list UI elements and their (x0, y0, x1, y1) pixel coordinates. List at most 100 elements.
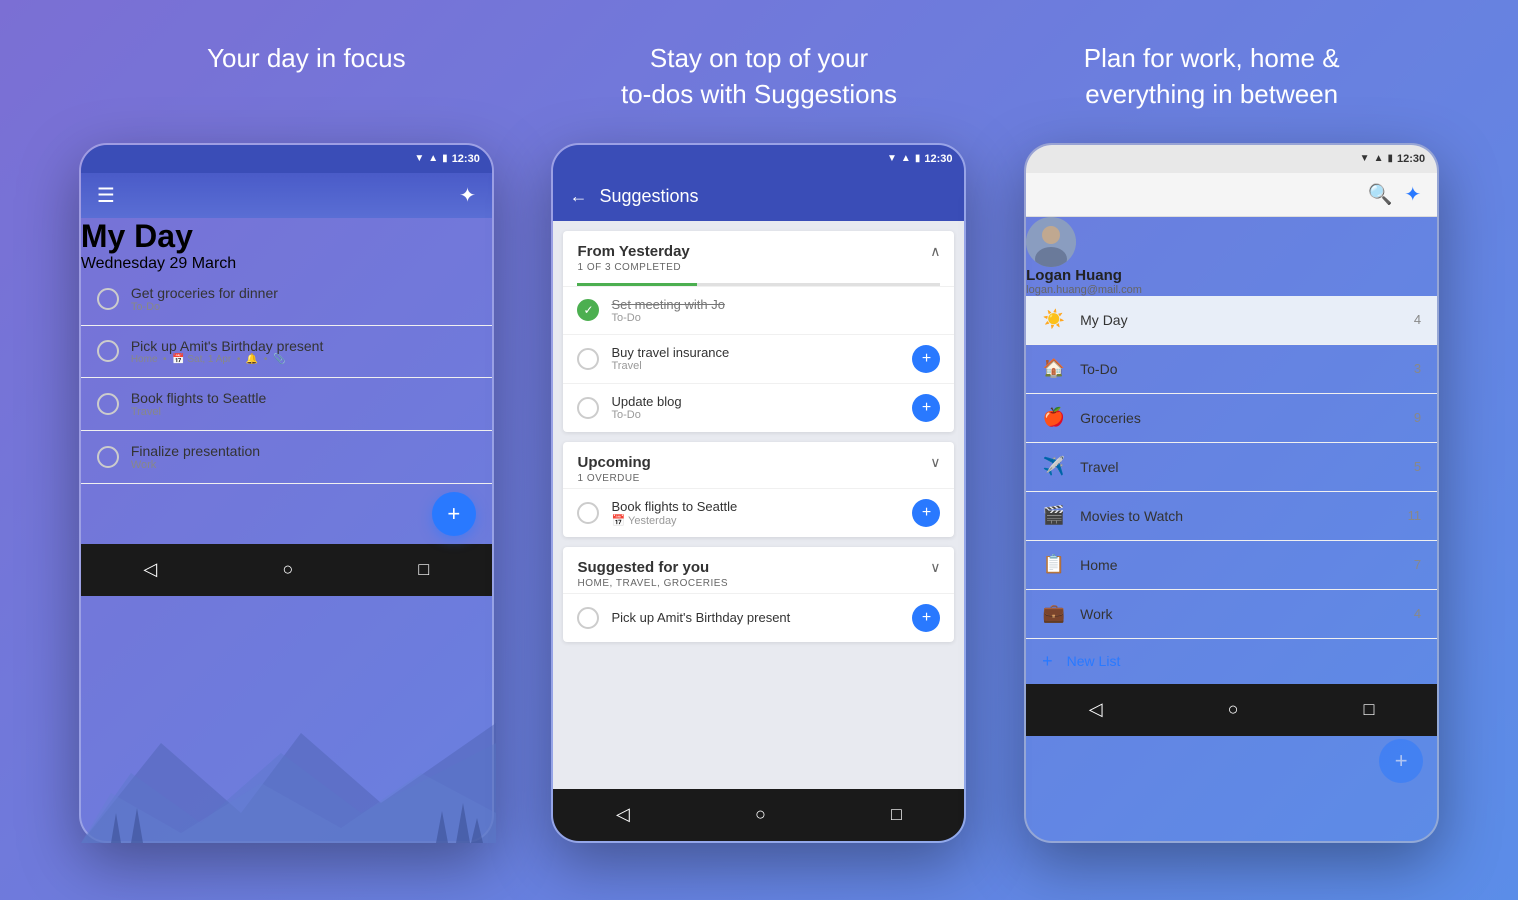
suggestion-item-s1[interactable]: ✓ Set meeting with Jo To-Do (563, 286, 954, 334)
todo-sub-4: Work (131, 459, 260, 471)
signal-icon-2: ▲ (901, 153, 911, 164)
new-list-plus-icon: + (1042, 651, 1053, 672)
phone1-fab-label: + (447, 501, 460, 527)
recents-nav-icon-2[interactable]: □ (891, 804, 902, 825)
profile-section: Logan Huang logan.huang@mail.com (1026, 217, 1437, 296)
phone3-nav-bar: ◁ ○ □ (1026, 684, 1437, 736)
add-button-s2[interactable]: + (912, 345, 940, 373)
upcoming-chevron[interactable]: ∨ (930, 454, 940, 471)
todo-text-3: Book flights to Seattle Travel (131, 390, 266, 418)
upcoming-header: Upcoming 1 OVERDUE ∨ (563, 442, 954, 488)
menu-item-home[interactable]: 📋 Home 7 (1026, 541, 1437, 590)
new-list-label: New List (1067, 653, 1121, 669)
menu-item-work[interactable]: 💼 Work 4 (1026, 590, 1437, 639)
todo-sub-1: To-Do (131, 301, 278, 313)
suggestion-item-s2[interactable]: Buy travel insurance Travel + (563, 334, 954, 383)
phone1-status-bar: ▼ ▲ ▮ 12:30 (81, 145, 492, 173)
phone3-status-bar: ▼ ▲ ▮ 12:30 (1026, 145, 1437, 173)
from-yesterday-header: From Yesterday 1 OF 3 COMPLETED ∧ (563, 231, 954, 277)
todo-text-2: Pick up Amit's Birthday present Home • 📅… (131, 338, 324, 365)
menu-icon[interactable]: ☰ (97, 183, 115, 208)
phone1-fab[interactable]: + (432, 492, 476, 536)
phone3-fab[interactable]: + (1379, 739, 1423, 783)
home-nav-icon-3[interactable]: ○ (1228, 699, 1239, 720)
profile-text: Logan Huang logan.huang@mail.com (1026, 267, 1437, 296)
new-list-item[interactable]: + New List (1026, 639, 1437, 684)
phone2-wrapper: ▼ ▲ ▮ 12:30 ← Suggestions From Yesterday (551, 143, 966, 843)
phone1-app-header: ☰ ✦ (81, 173, 492, 218)
add-button-s3[interactable]: + (912, 394, 940, 422)
avatar-image (1026, 217, 1076, 267)
suggested-title: Suggested for you (577, 559, 728, 576)
search-icon[interactable]: 🔍 (1367, 182, 1392, 207)
todo-circle-4[interactable] (97, 446, 119, 468)
check-circle-sg1[interactable] (577, 607, 599, 629)
menu-item-travel[interactable]: ✈️ Travel 5 (1026, 443, 1437, 492)
phone1-wrapper: ▼ ▲ ▮ 12:30 ☰ ✦ (79, 143, 494, 843)
add-button-u1[interactable]: + (912, 499, 940, 527)
phone2-status-bar: ▼ ▲ ▮ 12:30 (553, 145, 964, 173)
menu-item-groceries[interactable]: 🍎 Groceries 9 (1026, 394, 1437, 443)
suggested-header: Suggested for you HOME, TRAVEL, GROCERIE… (563, 547, 954, 593)
check-circle-s1[interactable]: ✓ (577, 299, 599, 321)
todo-circle-2[interactable] (97, 340, 119, 362)
phone1-hero: My Day Wednesday 29 March (81, 218, 492, 273)
phone1-todo-list: Get groceries for dinner To-Do Pick up A… (81, 273, 492, 484)
todo-circle-3[interactable] (97, 393, 119, 415)
wifi-icon-2: ▼ (887, 153, 897, 164)
work-icon: 💼 (1042, 602, 1066, 626)
tagline-2: Stay on top of your to-dos with Suggesti… (533, 40, 986, 113)
suggested-chevron[interactable]: ∨ (930, 559, 940, 576)
menu-item-todo[interactable]: 🏠 To-Do 3 (1026, 345, 1437, 394)
myday-label: My Day (1080, 312, 1400, 328)
brightness-icon-3[interactable]: ✦ (1404, 182, 1421, 207)
phone2-content: From Yesterday 1 OF 3 COMPLETED ∧ ✓ Set … (553, 221, 964, 789)
home-list-icon: 📋 (1042, 553, 1066, 577)
myday-heading: My Day (81, 218, 492, 255)
check-circle-u1[interactable] (577, 502, 599, 524)
myday-icon: ☀️ (1042, 308, 1066, 332)
phone1-time: 12:30 (452, 153, 480, 165)
from-yesterday-title: From Yesterday (577, 243, 689, 260)
suggestion-item-u1[interactable]: Book flights to Seattle 📅 Yesterday + (563, 488, 954, 537)
movies-count: 11 (1408, 508, 1422, 523)
check-circle-s2[interactable] (577, 348, 599, 370)
battery-icon: ▮ (442, 153, 448, 164)
home-nav-icon[interactable]: ○ (282, 559, 293, 580)
back-nav-icon-3[interactable]: ◁ (1089, 699, 1103, 720)
tagline-3-line1: Plan for work, home & (1084, 43, 1340, 73)
todo-circle-1[interactable] (97, 288, 119, 310)
groceries-icon: 🍎 (1042, 406, 1066, 430)
back-nav-icon-2[interactable]: ◁ (616, 804, 630, 825)
from-yesterday-card: From Yesterday 1 OF 3 COMPLETED ∧ ✓ Set … (563, 231, 954, 432)
todo-item-1[interactable]: Get groceries for dinner To-Do (81, 273, 492, 326)
todo-title-4: Finalize presentation (131, 443, 260, 459)
user-email: logan.huang@mail.com (1026, 284, 1437, 296)
recents-nav-icon-3[interactable]: □ (1364, 699, 1375, 720)
home-count: 7 (1414, 557, 1421, 572)
battery-icon-3: ▮ (1387, 153, 1393, 164)
phone3-fab-label: + (1395, 748, 1408, 774)
suggestion-item-sg1[interactable]: Pick up Amit's Birthday present + (563, 593, 954, 642)
check-circle-s3[interactable] (577, 397, 599, 419)
add-button-sg1[interactable]: + (912, 604, 940, 632)
signal-icon: ▲ (428, 153, 438, 164)
todo-count: 3 (1414, 361, 1421, 376)
suggestion-sub-s3: To-Do (611, 409, 900, 421)
back-button[interactable]: ← (569, 186, 587, 207)
phones-row: ▼ ▲ ▮ 12:30 ☰ ✦ (0, 143, 1518, 843)
back-nav-icon[interactable]: ◁ (143, 559, 157, 580)
todo-item-3[interactable]: Book flights to Seattle Travel (81, 378, 492, 431)
menu-item-movies[interactable]: 🎬 Movies to Watch 11 (1026, 492, 1437, 541)
brightness-icon[interactable]: ✦ (459, 183, 476, 208)
home-nav-icon-2[interactable]: ○ (755, 804, 766, 825)
taglines-row: Your day in focus Stay on top of your to… (0, 0, 1518, 143)
todo-item-4[interactable]: Finalize presentation Work (81, 431, 492, 484)
todo-sub-2: Home • 📅 Sat, 1 Apr • 🔔 • 📎 (131, 354, 324, 365)
from-yesterday-chevron[interactable]: ∧ (930, 243, 940, 260)
menu-item-myday[interactable]: ☀️ My Day 4 (1026, 296, 1437, 345)
suggestion-item-s3[interactable]: Update blog To-Do + (563, 383, 954, 432)
todo-item-2[interactable]: Pick up Amit's Birthday present Home • 📅… (81, 326, 492, 378)
phone2-status-icons: ▼ ▲ ▮ 12:30 (887, 153, 952, 165)
recents-nav-icon[interactable]: □ (418, 559, 429, 580)
